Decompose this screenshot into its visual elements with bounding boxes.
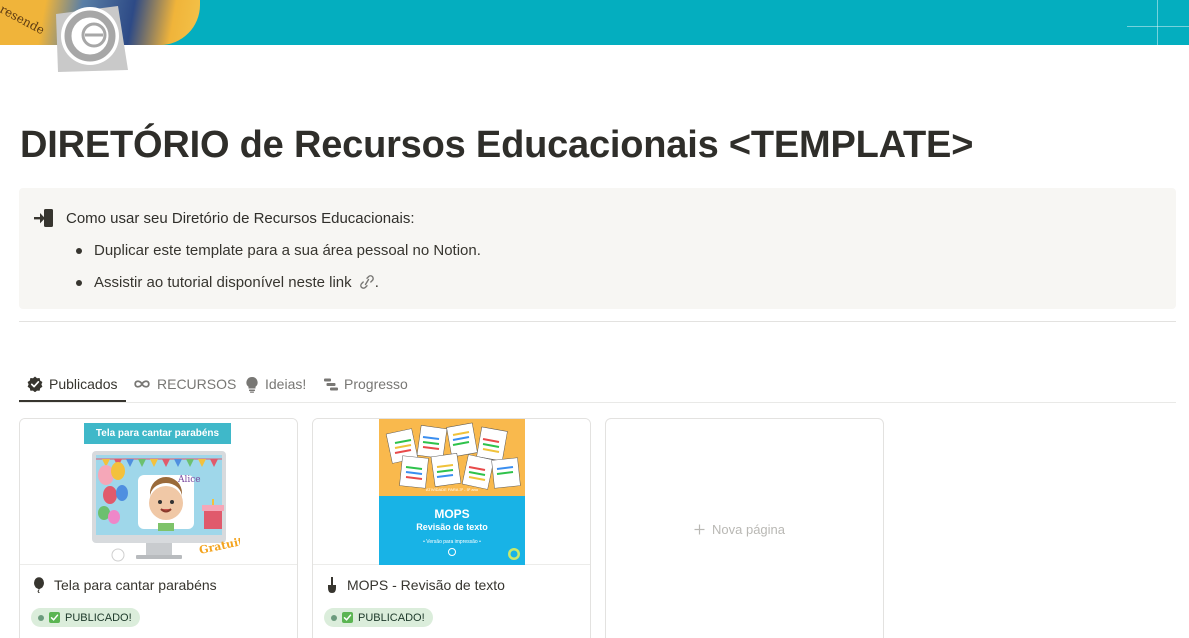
list-item: Duplicar este template para a sua área p…	[75, 241, 481, 273]
cover-title: MOPS	[434, 507, 470, 521]
cover-name-tag: Alice	[177, 475, 201, 485]
cover-decoration-line	[1127, 26, 1189, 27]
status-dot	[38, 614, 44, 621]
brush-icon	[328, 577, 336, 593]
check-box-icon	[49, 612, 60, 623]
card-title-text: Tela para cantar parabéns	[54, 577, 217, 593]
check-box-icon	[342, 612, 353, 623]
callout-block[interactable]: Como usar seu Diretório de Recursos Educ…	[19, 188, 1176, 309]
verified-badge-icon	[27, 376, 43, 392]
tab-recursos[interactable]: RECURSOS	[133, 373, 236, 395]
lightbulb-icon	[246, 376, 258, 393]
logo-mark-icon	[448, 548, 456, 556]
status-dot	[331, 614, 337, 621]
status-text: PUBLICADO!	[358, 611, 425, 624]
page-title[interactable]: DIRETÓRIO de Recursos Educacionais <TEMP…	[20, 124, 973, 167]
tab-label: Publicados	[49, 376, 118, 392]
card-cover-image: ATIVIDADE PARA 3º - 5º ano MOPS Revisão …	[313, 419, 590, 565]
new-page-button[interactable]: Nova página	[694, 522, 785, 537]
circle-e-logo-icon[interactable]	[48, 0, 130, 72]
tab-progresso[interactable]: Progresso	[324, 373, 408, 395]
status-badge: PUBLICADO!	[31, 608, 140, 627]
badge-seal-icon	[508, 548, 520, 560]
list-item-text: Duplicar este template para a sua área p…	[94, 242, 481, 259]
infinity-icon	[134, 380, 150, 388]
new-page-label: Nova página	[712, 522, 785, 537]
cover-small-text: ATIVIDADE PARA 3º - 5º ano	[425, 487, 479, 492]
card-title[interactable]: MOPS - Revisão de texto	[325, 577, 505, 593]
gallery-card[interactable]: ATIVIDADE PARA 3º - 5º ano MOPS Revisão …	[312, 418, 591, 638]
new-page-card[interactable]: Nova página	[605, 418, 884, 638]
cover-text: resende	[0, 2, 47, 38]
list-item-text: Assistir ao tutorial disponível neste li…	[94, 274, 352, 291]
status-text: PUBLICADO!	[65, 611, 132, 624]
database-view-tabs: Publicados RECURSOS Ideias! Progresso	[19, 366, 1176, 403]
sign-in-door-icon[interactable]	[33, 209, 55, 227]
card-title-text: MOPS - Revisão de texto	[347, 577, 505, 593]
card-title[interactable]: Tela para cantar parabéns	[32, 577, 217, 593]
cover-header: Tela para cantar parabéns	[84, 423, 231, 444]
page-cover[interactable]: resende	[0, 0, 1189, 45]
tab-label: Progresso	[344, 376, 408, 392]
tab-ideias[interactable]: Ideias!	[245, 373, 306, 395]
cover-subtitle: Revisão de texto	[416, 522, 488, 532]
active-tab-indicator	[19, 400, 126, 402]
callout-heading: Como usar seu Diretório de Recursos Educ…	[66, 210, 415, 227]
list-item: Assistir ao tutorial disponível neste li…	[75, 273, 481, 305]
card-cover-image: Tela para cantar parabéns Alice Gratuito	[20, 419, 297, 565]
balloon-icon	[34, 577, 44, 593]
link-icon[interactable]	[359, 275, 375, 289]
tab-label: RECURSOS	[157, 376, 237, 392]
tab-publicados[interactable]: Publicados	[27, 373, 118, 395]
cover-decoration	[1157, 0, 1158, 45]
cover-tiny-text: • Versão para impressão •	[423, 539, 481, 545]
status-badge: PUBLICADO!	[324, 608, 433, 627]
list-item-suffix: .	[374, 274, 379, 291]
divider	[19, 321, 1176, 322]
timeline-icon	[324, 378, 338, 390]
monitor-illustration: Alice Gratuito	[92, 451, 240, 562]
callout-list: Duplicar este template para a sua área p…	[75, 241, 481, 305]
plus-icon	[694, 524, 705, 535]
tab-label: Ideias!	[265, 376, 307, 392]
gallery-card[interactable]: Tela para cantar parabéns Alice Gratuito…	[19, 418, 298, 638]
cover-artwork: ATIVIDADE PARA 3º - 5º ano MOPS Revisão …	[379, 419, 525, 565]
